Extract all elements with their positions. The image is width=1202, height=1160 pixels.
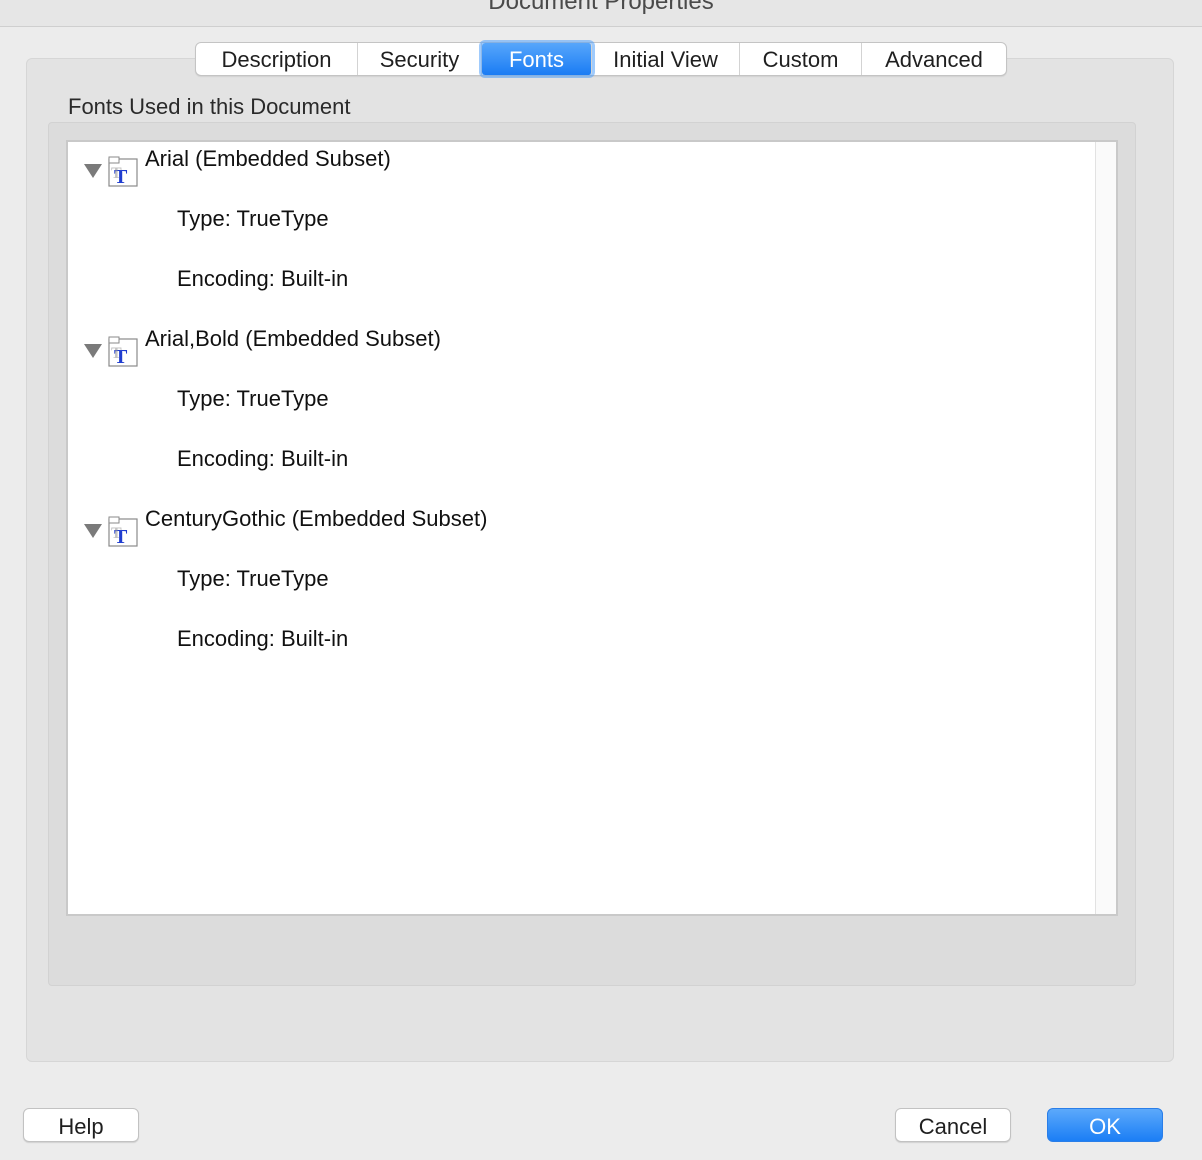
- font-name: Arial,Bold (Embedded Subset): [145, 326, 441, 351]
- cancel-button[interactable]: Cancel: [895, 1108, 1011, 1142]
- fonts-tree[interactable]: T T Arial (Embedded Subset) Type: TrueTy…: [66, 140, 1118, 916]
- document-properties-dialog: Document Properties Description Security…: [0, 0, 1202, 1160]
- tab-advanced[interactable]: Advanced: [862, 43, 1006, 75]
- font-type: Type: TrueType: [177, 386, 329, 411]
- svg-text:T: T: [111, 165, 122, 182]
- truetype-font-icon: T T: [108, 336, 138, 368]
- tab-security[interactable]: Security: [358, 43, 482, 75]
- font-encoding: Encoding: Built-in: [177, 446, 349, 471]
- window-title: Document Properties: [488, 0, 714, 15]
- font-encoding: Encoding: Built-in: [177, 266, 349, 291]
- font-encoding: Encoding: Built-in: [177, 626, 349, 651]
- tab-description[interactable]: Description: [196, 43, 358, 75]
- font-entry: T T CenturyGothic (Embedded Subset) Type…: [68, 502, 1088, 682]
- tree-scrollbar[interactable]: [1095, 142, 1116, 914]
- font-entry: T T Arial,Bold (Embedded Subset) Type: T…: [68, 322, 1088, 502]
- disclosure-triangle-icon[interactable]: [84, 164, 102, 178]
- tab-fonts[interactable]: Fonts: [482, 43, 592, 75]
- tab-custom[interactable]: Custom: [740, 43, 862, 75]
- font-name: CenturyGothic (Embedded Subset): [145, 506, 488, 531]
- font-entry: T T Arial (Embedded Subset) Type: TrueTy…: [68, 142, 1088, 322]
- font-type: Type: TrueType: [177, 206, 329, 231]
- title-bar[interactable]: Document Properties: [0, 0, 1202, 27]
- svg-text:T: T: [111, 345, 122, 362]
- truetype-font-icon: T T: [108, 156, 138, 188]
- disclosure-triangle-icon[interactable]: [84, 524, 102, 538]
- font-type: Type: TrueType: [177, 566, 329, 591]
- tab-initial-view[interactable]: Initial View: [592, 43, 740, 75]
- disclosure-triangle-icon[interactable]: [84, 344, 102, 358]
- fonts-section-label: Fonts Used in this Document: [68, 94, 351, 119]
- tab-bar: Description Security Fonts Initial View …: [195, 42, 1007, 76]
- help-button[interactable]: Help: [23, 1108, 139, 1142]
- svg-text:T: T: [111, 525, 122, 542]
- font-name: Arial (Embedded Subset): [145, 146, 391, 171]
- ok-button[interactable]: OK: [1047, 1108, 1163, 1142]
- truetype-font-icon: T T: [108, 516, 138, 548]
